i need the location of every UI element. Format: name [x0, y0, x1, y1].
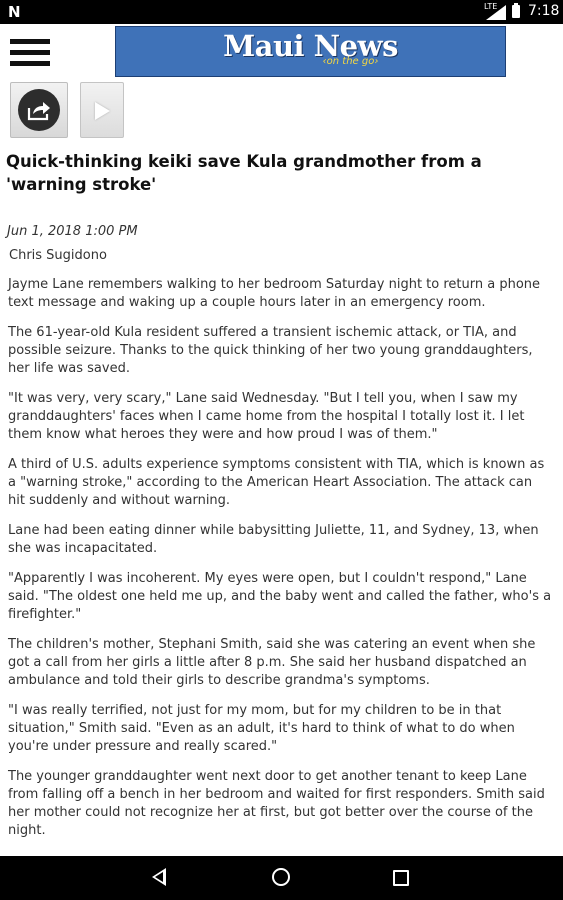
- article-body: Jayme Lane remembers walking to her bedr…: [0, 276, 563, 840]
- status-bar: N LTE 7:18: [0, 0, 563, 24]
- article-paragraph: "It was very, very scary," Lane said Wed…: [8, 391, 525, 442]
- article-headline: Quick-thinking keiki save Kula grandmoth…: [6, 152, 482, 194]
- share-icon: [27, 102, 50, 121]
- notification-n-icon: N: [8, 3, 21, 21]
- article: Quick-thinking keiki save Kula grandmoth…: [0, 140, 563, 840]
- play-icon: [95, 102, 110, 120]
- home-icon[interactable]: [272, 868, 290, 886]
- back-icon-inner: [155, 872, 163, 882]
- article-paragraph: A third of U.S. adults experience sympto…: [8, 457, 545, 508]
- article-paragraph: The 61-year-old Kula resident suffered a…: [8, 325, 533, 376]
- status-time: 7:18: [528, 3, 560, 19]
- article-paragraph: "I was really terrified, not just for my…: [8, 703, 515, 754]
- article-paragraph: "Apparently I was incoherent. My eyes we…: [8, 571, 552, 622]
- share-button[interactable]: [10, 82, 68, 138]
- network-label: LTE: [484, 2, 498, 11]
- article-paragraph: Lane had been eating dinner while babysi…: [8, 523, 539, 556]
- article-paragraph: The children's mother, Stephani Smith, s…: [8, 637, 536, 688]
- system-nav-bar: [0, 856, 563, 900]
- battery-icon: [512, 3, 520, 18]
- article-paragraph: Jayme Lane remembers walking to her bedr…: [8, 277, 541, 310]
- article-author: Chris Sugidono: [9, 248, 107, 263]
- maui-news-logo: Maui News ‹on the go›: [115, 26, 506, 77]
- app-bar: Maui News ‹on the go›: [0, 24, 563, 80]
- signal-icon: LTE: [484, 2, 506, 20]
- recents-icon[interactable]: [393, 870, 409, 886]
- hamburger-menu-icon[interactable]: [10, 39, 50, 67]
- article-toolbar: [0, 82, 563, 140]
- article-date: Jun 1, 2018 1:00 PM: [7, 224, 138, 239]
- article-paragraph: The younger granddaughter went next door…: [8, 769, 545, 838]
- play-audio-button[interactable]: [80, 82, 124, 138]
